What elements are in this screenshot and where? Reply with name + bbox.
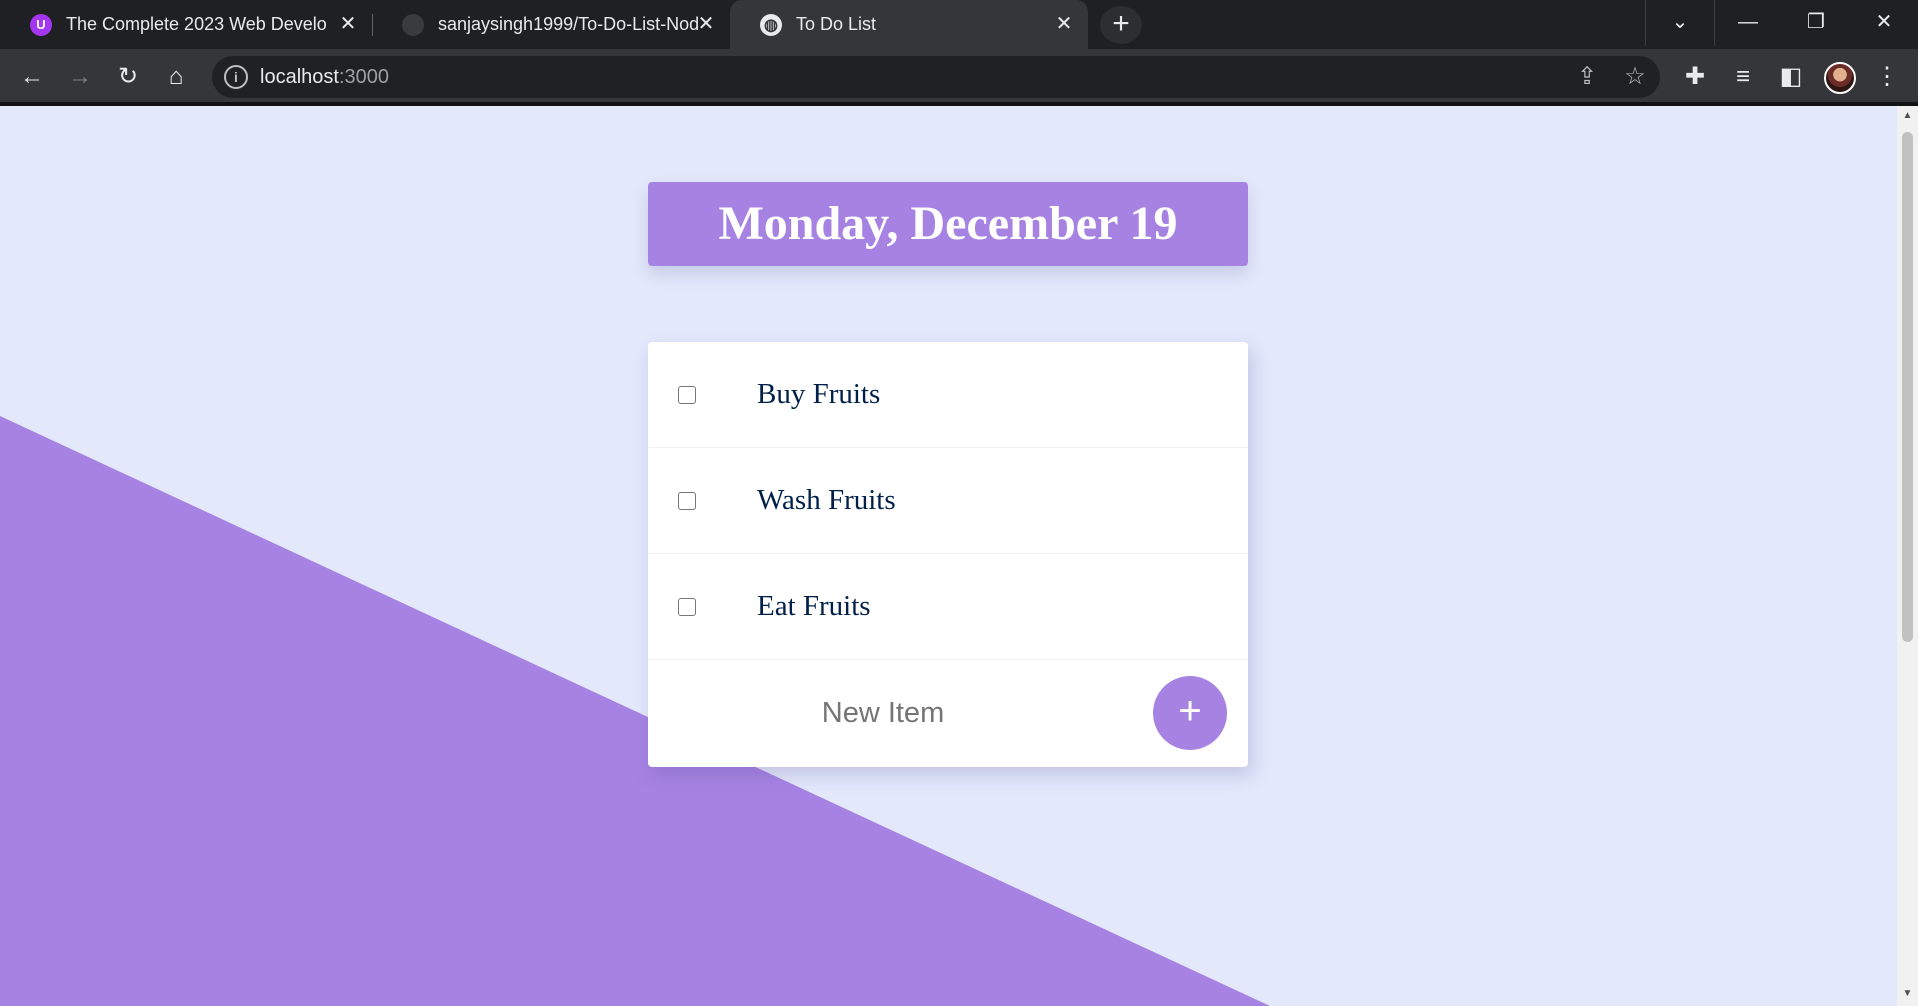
item-checkbox[interactable] [678, 385, 696, 404]
list-item: Wash Fruits [648, 448, 1248, 554]
window-close-icon[interactable]: ✕ [1850, 0, 1918, 44]
back-icon[interactable]: ← [12, 57, 52, 97]
item-label: Buy Fruits [757, 378, 881, 410]
item-label: Wash Fruits [757, 484, 896, 516]
address-bar[interactable]: i localhost:3000 ⇪ ☆ [212, 56, 1660, 98]
browser-chrome: U The Complete 2023 Web Develop ✕ sanjay… [0, 0, 1918, 106]
scroll-down-icon[interactable]: ▼ [1902, 988, 1913, 999]
item-checkbox[interactable] [678, 491, 696, 510]
share-icon[interactable]: ⇪ [1572, 62, 1602, 92]
forward-icon[interactable]: → [60, 57, 100, 97]
tab-strip: U The Complete 2023 Web Develop ✕ sanjay… [0, 0, 1918, 49]
menu-icon[interactable]: ⋮ [1867, 57, 1907, 97]
tab-udemy[interactable]: U The Complete 2023 Web Develop ✕ [0, 0, 372, 49]
item-label: Eat Fruits [757, 590, 871, 622]
url-port: :3000 [338, 66, 389, 88]
add-item-button[interactable]: + [1153, 676, 1227, 750]
github-icon [402, 13, 424, 36]
list-item: Buy Fruits [648, 342, 1248, 448]
scrollbar-thumb[interactable] [1902, 132, 1913, 642]
page-title: Monday, December 19 [718, 197, 1178, 250]
page-viewport: Monday, December 19 Buy Fruits Wash Frui… [0, 106, 1897, 1006]
globe-icon: ◍ [760, 13, 782, 36]
udemy-icon: U [30, 13, 52, 36]
tab-to-do-list[interactable]: ◍ To Do List ✕ [730, 0, 1088, 49]
close-icon[interactable]: ✕ [336, 12, 360, 36]
restore-icon[interactable]: ❐ [1782, 0, 1850, 44]
url-host: localhost [260, 66, 339, 88]
extensions-icon[interactable]: ✚ [1675, 57, 1715, 97]
item-checkbox[interactable] [678, 597, 696, 616]
side-panel-icon[interactable]: ◧ [1771, 57, 1811, 97]
todo-list-card: Buy Fruits Wash Fruits Eat Fruits + [648, 342, 1248, 767]
reload-icon[interactable]: ↻ [108, 57, 148, 97]
list-item: Eat Fruits [648, 554, 1248, 660]
tab-github[interactable]: sanjaysingh1999/To-Do-List-Nod ✕ [372, 0, 730, 49]
close-icon[interactable]: ✕ [694, 12, 718, 36]
info-icon[interactable]: i [224, 65, 248, 89]
browser-toolbar: ← → ↻ ⌂ i localhost:3000 ⇪ ☆ ✚ ≡ ◧ ⋮ [0, 49, 1918, 106]
new-item-form: + [648, 660, 1248, 766]
vertical-scrollbar[interactable]: ▲ ▼ [1897, 106, 1918, 1006]
scroll-up-icon[interactable]: ▲ [1902, 110, 1913, 121]
tab-title: sanjaysingh1999/To-Do-List-Nod [438, 14, 700, 34]
url-text[interactable]: localhost:3000 [260, 66, 389, 89]
star-icon[interactable]: ☆ [1620, 62, 1650, 92]
minimize-icon[interactable]: — [1714, 0, 1782, 44]
home-icon[interactable]: ⌂ [156, 57, 196, 97]
new-tab-button[interactable]: + [1100, 6, 1142, 44]
new-item-input[interactable] [708, 686, 1058, 740]
date-heading-box: Monday, December 19 [648, 182, 1248, 266]
close-icon[interactable]: ✕ [1052, 12, 1076, 36]
tab-search-icon[interactable]: ⌄ [1646, 0, 1714, 44]
tab-title: To Do List [796, 14, 877, 34]
tab-title: The Complete 2023 Web Develop [66, 14, 328, 34]
avatar[interactable] [1824, 62, 1856, 94]
media-control-icon[interactable]: ≡ [1723, 57, 1763, 97]
